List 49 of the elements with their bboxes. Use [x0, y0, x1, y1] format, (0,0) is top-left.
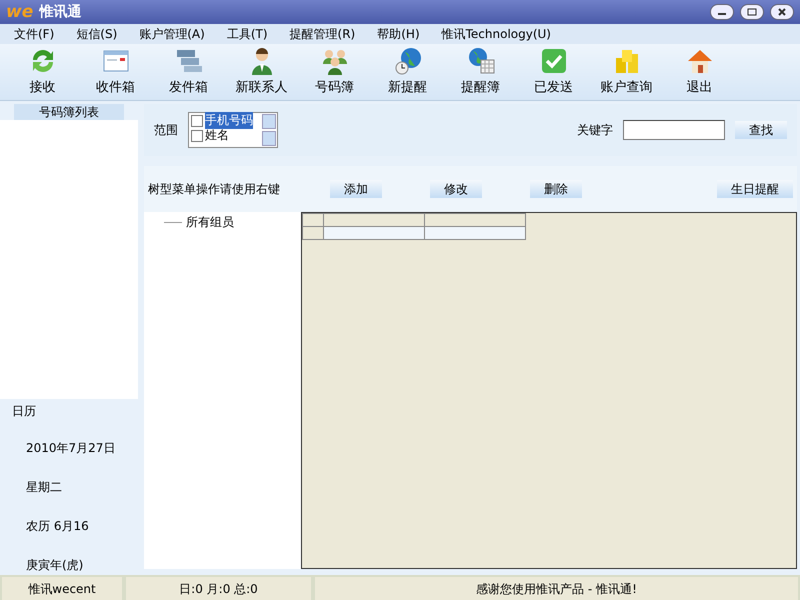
toolbar-button[interactable]: 收件箱 [79, 44, 152, 100]
toolbar-button[interactable]: 发件箱 [152, 44, 225, 100]
globe-clock-icon [392, 46, 422, 76]
menu-item[interactable]: 短信(S) [68, 26, 132, 42]
toolbar-button[interactable]: 接收 [6, 44, 79, 100]
keyword-field[interactable] [623, 120, 725, 140]
toolbar-button[interactable]: 退出 [663, 44, 736, 100]
app-logo: we [6, 2, 34, 22]
status-text: 日:0 月:0 总:0 [126, 577, 311, 600]
close-icon [777, 7, 787, 17]
toolbar-button[interactable]: 号码簿 [298, 44, 371, 100]
action-button[interactable]: 删除 [530, 180, 582, 198]
menu-item[interactable]: 惟讯Technology(U) [434, 26, 565, 42]
action-button[interactable]: 修改 [430, 180, 482, 198]
action-button[interactable]: 添加 [330, 180, 382, 198]
maximize-icon [747, 8, 757, 16]
status-text: 感谢您使用惟讯产品 - 惟讯通! [315, 577, 798, 600]
scope-list[interactable]: 手机号码 姓名 [188, 112, 278, 148]
list-option[interactable]: 姓名 [205, 127, 229, 144]
calendar-text: 2010年7月27日 [26, 440, 116, 457]
calendar-text: 农历 6月16 [26, 518, 90, 535]
find-button[interactable]: 查找 [735, 121, 787, 139]
menu-item[interactable]: 账户管理(A) [131, 26, 219, 42]
window-title: 惟讯通 [39, 3, 82, 21]
calendar-title: 日历 [12, 403, 37, 420]
toolbar-button[interactable]: 提醒簿 [444, 44, 517, 100]
toolbar-button[interactable]: 账户查询 [590, 44, 663, 100]
birthday-button[interactable]: 生日提醒 [717, 180, 793, 198]
list-option[interactable]: 手机号码 [205, 112, 253, 129]
toolbar-button[interactable]: 已发送 [517, 44, 590, 100]
checkbox[interactable] [191, 130, 203, 142]
panel-header: 号码簿列表 [14, 104, 124, 120]
maximize-button[interactable] [740, 4, 764, 20]
checkbox[interactable] [191, 114, 203, 126]
calendar-text: 星期二 [26, 479, 63, 496]
toolbar-button[interactable]: 新联系人 [225, 44, 298, 100]
menu-item[interactable]: 工具(T) [218, 26, 282, 42]
tree-item[interactable]: 所有组员 [186, 214, 234, 231]
keyword-label: 关键字 [577, 122, 613, 138]
hint-text: 树型菜单操作请使用右键 [148, 180, 281, 198]
menu-item[interactable]: 帮助(H) [369, 26, 434, 42]
menu-item[interactable]: 提醒管理(R) [282, 26, 370, 42]
menu-item[interactable]: 文件(F) [6, 26, 68, 42]
toolbar-button[interactable]: 新提醒 [371, 44, 444, 100]
scope-label: 范围 [154, 122, 178, 138]
calendar-text: 庚寅年(虎) [26, 557, 84, 574]
minimize-button[interactable] [710, 4, 734, 20]
close-button[interactable] [770, 4, 794, 20]
status-text: 惟讯wecent [2, 577, 122, 600]
